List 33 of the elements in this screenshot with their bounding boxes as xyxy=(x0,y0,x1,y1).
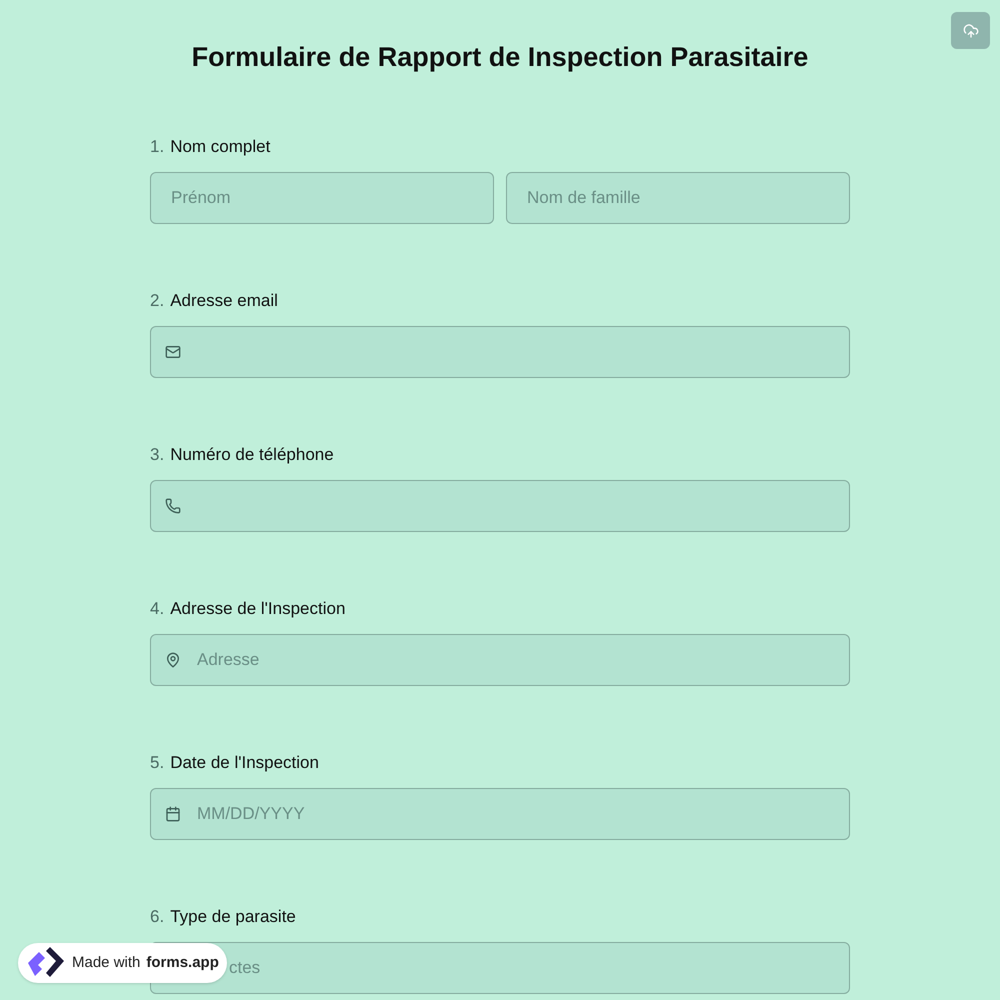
input-field[interactable]: Adresse xyxy=(150,634,850,686)
input-field[interactable] xyxy=(150,480,850,532)
map-pin-icon xyxy=(165,652,181,668)
upload-button[interactable] xyxy=(951,12,990,49)
placeholder-text: ctes xyxy=(229,957,260,980)
question-number: 2. xyxy=(150,290,164,312)
input-field[interactable]: Nom de famille xyxy=(506,172,850,224)
question-label: Nom complet xyxy=(170,136,270,158)
question-number: 4. xyxy=(150,598,164,620)
placeholder-text: MM/DD/YYYY xyxy=(197,803,305,826)
question-label: Type de parasite xyxy=(170,906,296,928)
question-number: 6. xyxy=(150,906,164,928)
made-with-badge[interactable]: Made with forms.app xyxy=(18,943,227,983)
question-label: Adresse email xyxy=(170,290,278,312)
input-field[interactable]: MM/DD/YYYY xyxy=(150,788,850,840)
placeholder-text: Prénom xyxy=(171,187,231,210)
placeholder-text: Nom de famille xyxy=(527,187,640,210)
question-number: 5. xyxy=(150,752,164,774)
question-number: 1. xyxy=(150,136,164,158)
phone-icon xyxy=(165,498,181,514)
envelope-icon xyxy=(165,344,181,360)
placeholder-text: Adresse xyxy=(197,649,260,672)
cloud-upload-icon xyxy=(962,22,978,38)
badge-prefix: Made with xyxy=(72,952,140,973)
calendar-icon xyxy=(165,806,181,822)
input-field[interactable] xyxy=(150,326,850,378)
forms-app-logo-icon xyxy=(26,947,66,979)
form-title: Formulaire de Rapport de Inspection Parasitaire xyxy=(190,41,810,74)
question-label: Date de l'Inspection xyxy=(170,752,319,774)
question-label: Numéro de téléphone xyxy=(170,444,334,466)
input-field[interactable]: Prénom xyxy=(150,172,494,224)
question-number: 3. xyxy=(150,444,164,466)
question-label: Adresse de l'Inspection xyxy=(170,598,346,620)
